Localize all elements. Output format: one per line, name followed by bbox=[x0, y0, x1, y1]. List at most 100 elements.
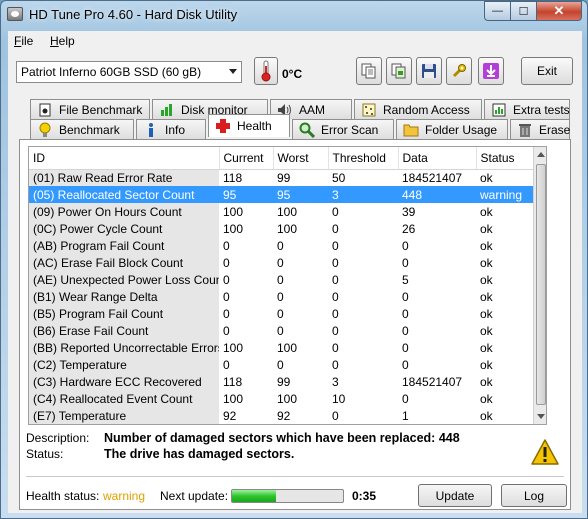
toolbar: Patriot Inferno 60GB SSD (60 gB) 0°C Exi… bbox=[8, 53, 582, 95]
progress-fill bbox=[232, 490, 277, 502]
table-row[interactable]: (C2) Temperature 0 0 0 0 ok bbox=[29, 356, 533, 373]
cell-status: ok bbox=[480, 323, 493, 338]
cell-threshold: 0 bbox=[332, 272, 339, 287]
copy-screenshot-button[interactable] bbox=[386, 57, 412, 85]
tab-random-access[interactable]: Random Access bbox=[354, 99, 482, 119]
column-header-id[interactable]: ID bbox=[29, 147, 220, 170]
table-row[interactable]: (01) Raw Read Error Rate 118 99 50 184521407… bbox=[29, 169, 533, 186]
smart-table: ID Current Worst Threshold Data Status (… bbox=[28, 146, 547, 425]
column-header-worst[interactable]: Worst bbox=[273, 147, 329, 170]
divider bbox=[26, 476, 564, 477]
maximize-button[interactable]: ☐ bbox=[510, 1, 537, 21]
cell-data: 26 bbox=[402, 221, 416, 236]
cell-current: 92 bbox=[223, 408, 237, 423]
cell-id: (AB) Program Fail Count bbox=[29, 237, 219, 254]
tab-aam-label: AAM bbox=[299, 102, 326, 117]
table-body: (01) Raw Read Error Rate 118 99 50 184521407… bbox=[29, 169, 533, 424]
options-button[interactable] bbox=[446, 57, 472, 85]
cell-current: 95 bbox=[219, 186, 273, 203]
exit-button[interactable]: Exit bbox=[521, 57, 573, 85]
tab-extra-tests[interactable]: Extra tests bbox=[484, 99, 570, 119]
cell-current: 0 bbox=[223, 272, 230, 287]
title-bar[interactable]: HD Tune Pro 4.60 - Hard Disk Utility — ☐… bbox=[1, 1, 587, 29]
temperature-readout: 0°C bbox=[282, 67, 303, 81]
window-title: HD Tune Pro 4.60 - Hard Disk Utility bbox=[29, 7, 238, 22]
cell-worst: 0 bbox=[277, 289, 284, 304]
drive-select-value: Patriot Inferno 60GB SSD (60 gB) bbox=[21, 65, 202, 79]
cell-threshold: 0 bbox=[332, 238, 339, 253]
table-row[interactable]: (AE) Unexpected Power Loss Count 0 0 0 5 ok bbox=[29, 271, 533, 288]
description-label: Description: bbox=[26, 431, 90, 445]
cell-current: 100 bbox=[223, 340, 244, 355]
tab-health[interactable]: Health bbox=[208, 114, 290, 137]
tab-info[interactable]: Info bbox=[136, 119, 206, 139]
thermometer-icon bbox=[261, 60, 271, 82]
cell-threshold: 0 bbox=[332, 289, 339, 304]
cell-data: 0 bbox=[402, 238, 409, 253]
cell-worst: 100 bbox=[277, 340, 298, 355]
cell-data: 1 bbox=[402, 408, 409, 423]
scroll-down-icon[interactable] bbox=[537, 414, 545, 419]
table-row[interactable]: (B5) Program Fail Count 0 0 0 0 ok bbox=[29, 305, 533, 322]
table-row[interactable]: (AB) Program Fail Count 0 0 0 0 ok bbox=[29, 237, 533, 254]
cell-worst: 0 bbox=[277, 357, 284, 372]
tab-file-benchmark[interactable]: File Benchmark bbox=[30, 99, 150, 119]
table-row[interactable]: (05) Reallocated Sector Count 95 95 3 448 war… bbox=[29, 186, 533, 203]
update-button-label: Update bbox=[435, 488, 475, 503]
column-header-status[interactable]: Status bbox=[476, 147, 534, 170]
close-button[interactable]: ✕ bbox=[536, 1, 582, 21]
tab-benchmark[interactable]: Benchmark bbox=[30, 119, 134, 139]
cell-data: 0 bbox=[402, 255, 409, 270]
status-value: The drive has damaged sectors. bbox=[104, 447, 295, 461]
tab-error-scan-label: Error Scan bbox=[321, 122, 379, 137]
table-row[interactable]: (C4) Reallocated Event Count 100 100 10 0 ok bbox=[29, 390, 533, 407]
cell-status: ok bbox=[480, 408, 493, 423]
menu-help[interactable]: Help bbox=[50, 34, 75, 48]
menu-file-label: ile bbox=[21, 34, 34, 48]
vertical-scrollbar[interactable] bbox=[533, 147, 546, 424]
minimize-button[interactable]: — bbox=[484, 1, 511, 21]
update-progress-bar bbox=[231, 489, 344, 503]
cell-data: 184521407 bbox=[402, 374, 463, 389]
column-header-current[interactable]: Current bbox=[219, 147, 274, 170]
cell-threshold: 0 bbox=[332, 340, 339, 355]
table-row[interactable]: (09) Power On Hours Count 100 100 0 39 ok bbox=[29, 203, 533, 220]
tab-benchmark-label: Benchmark bbox=[59, 122, 120, 137]
download-button[interactable] bbox=[478, 57, 504, 85]
table-row[interactable]: (AC) Erase Fail Block Count 0 0 0 0 ok bbox=[29, 254, 533, 271]
tab-error-scan[interactable]: Error Scan bbox=[292, 119, 394, 139]
column-header-data[interactable]: Data bbox=[398, 147, 477, 170]
tab-erase[interactable]: Erase bbox=[510, 119, 570, 139]
table-row[interactable]: (BB) Reported Uncorrectable Errors 100 100… bbox=[29, 339, 533, 356]
cell-worst: 100 bbox=[277, 221, 298, 236]
table-row[interactable]: (B1) Wear Range Delta 0 0 0 0 ok bbox=[29, 288, 533, 305]
info-icon bbox=[143, 122, 159, 137]
cell-id: (B6) Erase Fail Count bbox=[29, 322, 219, 339]
cell-worst: 99 bbox=[277, 374, 291, 389]
update-button[interactable]: Update bbox=[418, 484, 492, 507]
cell-data: 5 bbox=[402, 272, 409, 287]
table-row[interactable]: (B6) Erase Fail Count 0 0 0 0 ok bbox=[29, 322, 533, 339]
log-button[interactable]: Log bbox=[501, 484, 567, 507]
table-header: ID Current Worst Threshold Data Status bbox=[29, 147, 534, 170]
scrollbar-thumb[interactable] bbox=[536, 164, 546, 405]
table-row[interactable]: (E7) Temperature 92 92 0 1 ok bbox=[29, 407, 533, 424]
menu-file[interactable]: File bbox=[14, 34, 33, 48]
column-header-threshold[interactable]: Threshold bbox=[328, 147, 399, 170]
cell-worst: 100 bbox=[277, 391, 298, 406]
copy-text-button[interactable] bbox=[356, 57, 382, 85]
copy-image-icon bbox=[391, 63, 406, 79]
log-button-label: Log bbox=[523, 488, 545, 503]
temperature-button[interactable] bbox=[254, 57, 278, 85]
menu-help-accelerator: H bbox=[50, 34, 59, 48]
scroll-up-icon[interactable] bbox=[537, 152, 545, 157]
cell-status: ok bbox=[480, 238, 493, 253]
drive-select[interactable]: Patriot Inferno 60GB SSD (60 gB) bbox=[16, 61, 242, 83]
table-row[interactable]: (0C) Power Cycle Count 100 100 0 26 ok bbox=[29, 220, 533, 237]
cell-worst: 95 bbox=[273, 186, 328, 203]
table-row[interactable]: (C3) Hardware ECC Recovered 118 99 3 1845214… bbox=[29, 373, 533, 390]
cell-threshold: 3 bbox=[328, 186, 398, 203]
cell-threshold: 0 bbox=[332, 221, 339, 236]
tab-folder-usage[interactable]: Folder Usage bbox=[396, 119, 508, 139]
save-button[interactable] bbox=[416, 57, 442, 85]
